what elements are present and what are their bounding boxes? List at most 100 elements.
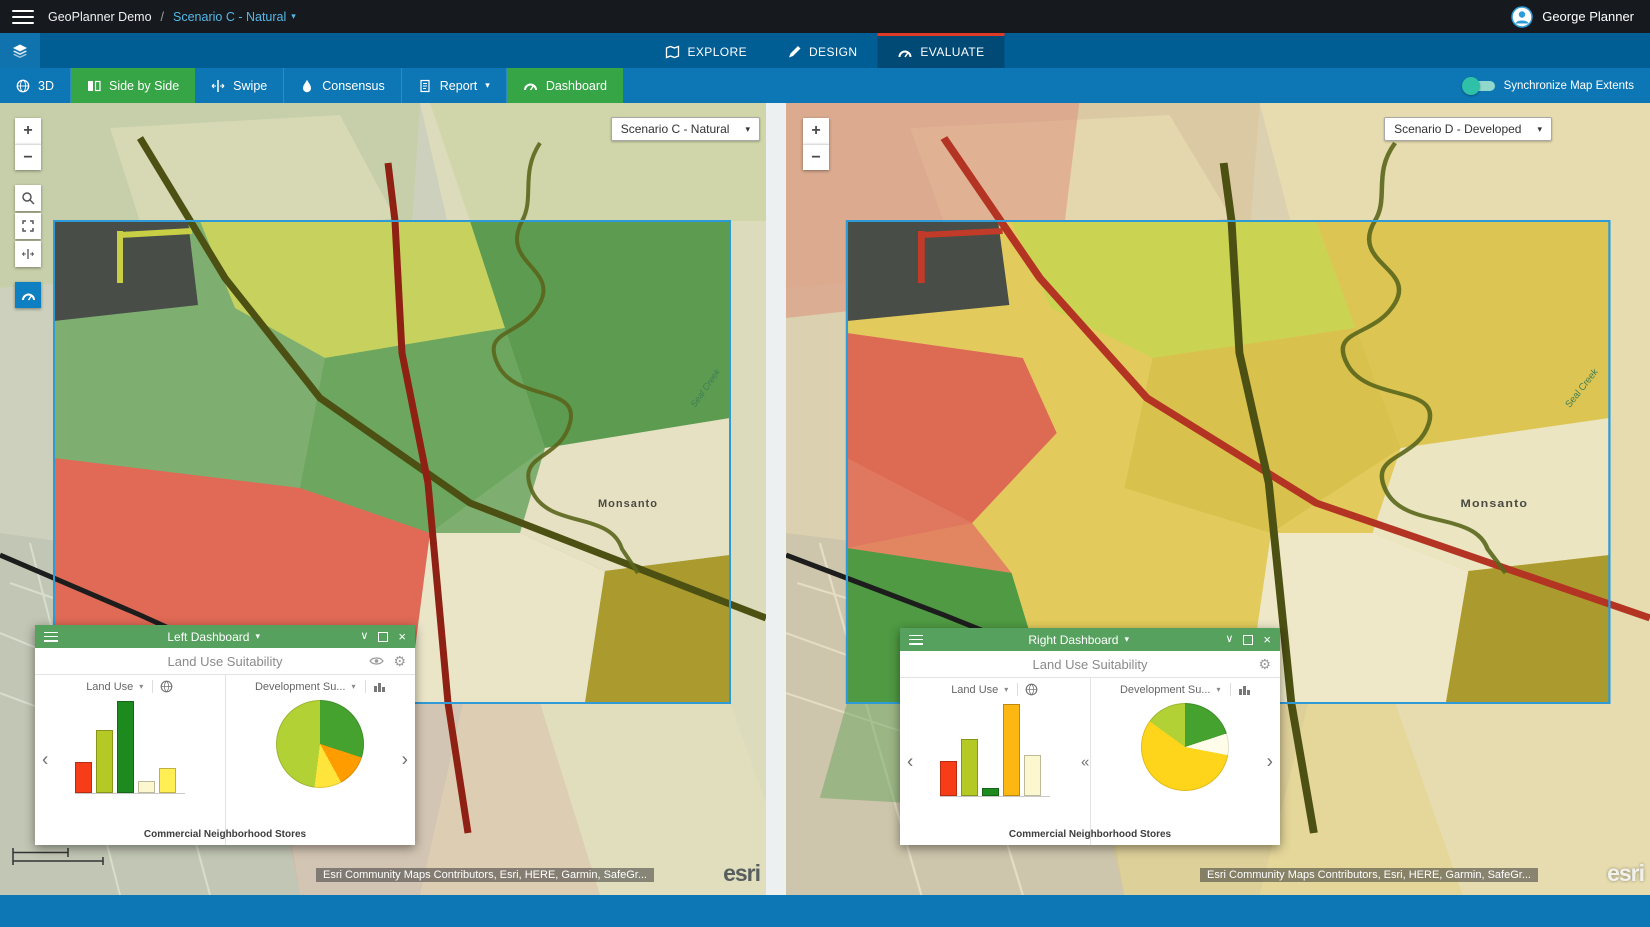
collapse-widget-arrow[interactable]: « bbox=[1081, 754, 1089, 769]
right-dashboard-panel-title: Land Use Suitability bbox=[1033, 657, 1148, 672]
tab-evaluate[interactable]: EVALUATE bbox=[877, 33, 1004, 68]
chevron-down-icon: ▾ bbox=[139, 682, 143, 691]
user-menu[interactable]: George Planner bbox=[1511, 6, 1634, 28]
bar-segment bbox=[96, 730, 113, 793]
search-icon bbox=[21, 191, 35, 205]
zoom-out-button[interactable]: − bbox=[803, 144, 829, 170]
right-map-tools: + − bbox=[803, 118, 829, 170]
close-icon[interactable]: × bbox=[398, 630, 406, 643]
right-dashboard-title-dropdown[interactable]: Right Dashboard ▾ bbox=[932, 633, 1225, 647]
toolbar-swipe-button[interactable]: Swipe bbox=[195, 68, 284, 103]
toolbar-consensus-button[interactable]: Consensus bbox=[284, 68, 402, 103]
right-scenario-selector[interactable]: Scenario D - Developed ▾ bbox=[1384, 117, 1552, 141]
bar-chart-icon[interactable] bbox=[373, 680, 386, 693]
scale-bar bbox=[8, 845, 108, 867]
bar-chart-icon[interactable] bbox=[1238, 683, 1251, 696]
zoom-out-button[interactable]: − bbox=[15, 144, 41, 170]
dashboard-menu-icon[interactable] bbox=[44, 632, 58, 642]
breadcrumb-scenario-dropdown[interactable]: Scenario C - Natural ▾ bbox=[173, 10, 296, 24]
settings-gear-icon[interactable]: ⚙ bbox=[393, 653, 406, 670]
chart-field-label: Development Su... bbox=[1120, 684, 1211, 696]
zoom-in-button[interactable]: + bbox=[803, 118, 829, 144]
toolbar-3d-button[interactable]: 3D bbox=[0, 68, 71, 103]
previous-chart-arrow[interactable]: ‹ bbox=[907, 752, 913, 771]
right-map-view[interactable]: Monsanto Seal Creek Scenario D - Develop… bbox=[786, 103, 1650, 895]
left-scenario-label: Scenario C - Natural bbox=[621, 122, 730, 136]
tab-design[interactable]: DESIGN bbox=[767, 33, 877, 68]
left-dashboard-panel: Left Dashboard ▾ ∨ × Land Use Suitabilit… bbox=[35, 625, 415, 845]
left-dashboard-header[interactable]: Left Dashboard ▾ ∨ × bbox=[35, 625, 415, 648]
mode-tab-bar: EXPLORE DESIGN EVALUATE bbox=[0, 33, 1650, 68]
chart-field-label: Land Use bbox=[86, 681, 133, 693]
chart-field-selector[interactable]: Development Su... ▾ bbox=[1091, 683, 1281, 696]
chevron-down-icon: ▾ bbox=[1537, 124, 1542, 135]
bar-segment bbox=[75, 762, 92, 793]
chart-field-selector[interactable]: Development Su... ▾ bbox=[226, 680, 416, 693]
map-attribution: Esri Community Maps Contributors, Esri, … bbox=[1200, 868, 1538, 882]
collapse-icon[interactable]: ∨ bbox=[1225, 634, 1233, 645]
land-use-bar-chart bbox=[75, 701, 185, 794]
chevron-down-icon: ▾ bbox=[485, 80, 490, 91]
side-by-side-icon bbox=[87, 79, 101, 93]
zoom-in-button[interactable]: + bbox=[15, 118, 41, 144]
top-bar: GeoPlanner Demo / Scenario C - Natural ▾… bbox=[0, 0, 1650, 33]
close-icon[interactable]: × bbox=[1263, 633, 1271, 646]
chevron-down-icon: ▾ bbox=[1124, 634, 1129, 645]
map-label-monsanto: Monsanto bbox=[1461, 498, 1529, 510]
toolbar-side-by-side-label: Side by Side bbox=[109, 79, 179, 93]
pencil-icon bbox=[787, 45, 801, 59]
toolbar-side-by-side-button[interactable]: Side by Side bbox=[71, 68, 195, 103]
collapse-icon[interactable]: ∨ bbox=[360, 631, 368, 642]
dashboard-menu-icon[interactable] bbox=[909, 635, 923, 645]
chart-field-selector[interactable]: Land Use ▾ bbox=[900, 683, 1090, 696]
visibility-eye-icon[interactable] bbox=[369, 656, 384, 666]
bar-segment bbox=[117, 701, 134, 793]
left-dashboard-title-dropdown[interactable]: Left Dashboard ▾ bbox=[67, 630, 360, 644]
next-chart-arrow[interactable]: › bbox=[1267, 752, 1273, 771]
main-menu-icon[interactable] bbox=[12, 10, 34, 24]
search-button[interactable] bbox=[15, 185, 41, 211]
footer-bar bbox=[0, 895, 1650, 927]
sync-map-extents-toggle[interactable] bbox=[1465, 81, 1495, 91]
layers-panel-button[interactable] bbox=[0, 33, 40, 68]
next-chart-arrow[interactable]: › bbox=[402, 751, 408, 770]
tab-explore[interactable]: EXPLORE bbox=[645, 33, 767, 68]
land-use-widget: Land Use ▾ bbox=[900, 678, 1091, 845]
right-dashboard-header[interactable]: Right Dashboard ▾ ∨ × bbox=[900, 628, 1280, 651]
globe-icon[interactable] bbox=[160, 680, 173, 693]
chevron-down-icon: ▾ bbox=[1004, 685, 1008, 694]
left-dashboard-panel-title: Land Use Suitability bbox=[168, 654, 283, 669]
left-scenario-selector[interactable]: Scenario C - Natural ▾ bbox=[611, 117, 760, 141]
toolbar-report-label: Report bbox=[440, 79, 478, 93]
toolbar-dashboard-button[interactable]: Dashboard bbox=[507, 68, 623, 103]
expand-icon bbox=[21, 219, 35, 233]
chevron-down-icon: ▾ bbox=[255, 631, 260, 642]
globe-icon[interactable] bbox=[1025, 683, 1038, 696]
bar-segment bbox=[138, 781, 155, 793]
land-use-bar-chart bbox=[940, 704, 1050, 797]
dashboard-tool-button[interactable] bbox=[15, 282, 41, 308]
maximize-icon[interactable] bbox=[378, 632, 388, 642]
development-suitability-widget: Development Su... ▾ bbox=[226, 675, 416, 845]
maximize-icon[interactable] bbox=[1243, 635, 1253, 645]
chart-field-selector[interactable]: Land Use ▾ bbox=[35, 680, 225, 693]
tab-design-label: DESIGN bbox=[809, 45, 857, 59]
tab-explore-label: EXPLORE bbox=[687, 45, 747, 59]
esri-logo: esri bbox=[723, 860, 760, 887]
toolbar-report-button[interactable]: Report ▾ bbox=[402, 68, 507, 103]
avatar-icon bbox=[1511, 6, 1533, 28]
chart-caption: Commercial Neighborhood Stores bbox=[900, 829, 1280, 840]
settings-gear-icon[interactable]: ⚙ bbox=[1258, 656, 1271, 673]
swipe-tool-button[interactable] bbox=[15, 241, 41, 267]
left-map-view[interactable]: Monsanto Seal Creek Scenario C - Natural… bbox=[0, 103, 766, 895]
previous-chart-arrow[interactable]: ‹ bbox=[42, 751, 48, 770]
geoplanner-app: GeoPlanner Demo / Scenario C - Natural ▾… bbox=[0, 0, 1650, 927]
chevron-down-icon: ▾ bbox=[745, 124, 750, 135]
sync-map-extents-label: Synchronize Map Extents bbox=[1504, 80, 1634, 92]
toolbar-consensus-label: Consensus bbox=[322, 79, 385, 93]
globe-icon bbox=[16, 79, 30, 93]
chart-field-label: Land Use bbox=[951, 684, 998, 696]
swipe-arrows-icon bbox=[21, 247, 35, 261]
right-dashboard-panel: Right Dashboard ▾ ∨ × Land Use Suitabili… bbox=[900, 628, 1280, 845]
default-extent-button[interactable] bbox=[15, 213, 41, 239]
